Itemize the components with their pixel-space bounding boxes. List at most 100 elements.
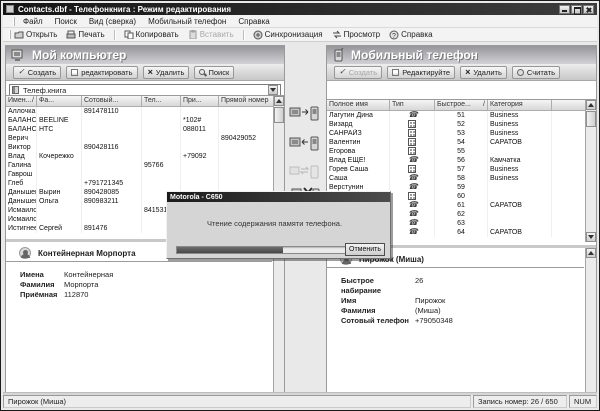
delete-x-icon: × [148,68,153,76]
compare-contacts-button[interactable] [287,159,323,183]
scroll-up-icon[interactable] [586,248,596,258]
contact-type-icon [408,165,416,173]
scroll-up-icon[interactable] [586,100,596,110]
computer-detail-fields: Имена Контейнерная Фамилия Морпорта Приё… [6,270,272,300]
menu-item[interactable]: Мобильный телефон [148,17,226,26]
view-button[interactable]: Просмотр [330,29,383,40]
table-row[interactable]: Верич 890429052 [6,134,284,143]
dialog-title: Motorola - C650 [170,194,223,201]
table-row[interactable]: Влад ЕЩЕ! 56 Камчатка [327,156,596,165]
paste-button[interactable]: Вставить [186,29,236,40]
contact-type-icon [408,174,416,182]
phone-table-scrollbar[interactable] [585,100,596,242]
avatar [19,247,31,259]
close-icon[interactable] [583,5,594,14]
phone-detail-panel: Пирожок (Миша) Быстрое набирание 26 Имя … [327,245,596,393]
maximize-icon[interactable] [571,5,582,14]
phone-edit-button[interactable]: Редактируйте [387,66,455,79]
contact-type-icon [408,219,416,227]
table-row[interactable]: Визард 52 Business [327,120,596,129]
table-row[interactable]: БАЛАНС НТС 088011 [6,125,284,134]
column-header-cell[interactable]: Сотовый... [82,96,142,107]
phone-create-button[interactable]: ✓Создать [334,66,382,79]
phone-delete-button[interactable]: ×Удалить [460,66,507,79]
progress-fill [177,247,283,253]
table-row[interactable]: Валентин 54 САРАТОВ [327,138,596,147]
computer-panel-header: Мой компьютер [6,46,284,64]
table-row[interactable]: САНРАЙЗ 53 Business [327,129,596,138]
column-header-category[interactable]: Категория [488,100,552,111]
compare-arrows-icon [332,30,342,39]
search-button[interactable]: Поиск [194,66,234,79]
table-row[interactable]: Егорова 55 [327,147,596,156]
status-numlock: NUM [569,395,597,408]
column-header-tel[interactable]: Тел... [142,96,181,107]
toolbar-grip [9,30,11,39]
title-bar: Contacts.dbf - Телефонкнига : Режим реда… [3,3,597,15]
column-header-direct[interactable]: Прямой номер [219,96,274,107]
scrollbar-thumb[interactable] [586,111,596,127]
folder-open-icon [14,30,24,39]
column-header-speeddial[interactable]: Быстрое.../ [435,100,488,111]
phone-panel-title: Мобильный телефон [351,48,478,62]
application-window: Contacts.dbf - Телефонкнига : Режим реда… [0,0,600,411]
contact-type-icon [408,228,416,236]
contact-type-icon [408,183,416,191]
table-row[interactable]: Гаврош [6,170,284,179]
table-row[interactable]: Горев Саша 57 Business [327,165,596,174]
computer-detail-scrollbar[interactable] [273,242,284,393]
column-header-surname[interactable]: Фа... [37,96,82,107]
table-row[interactable]: Саша 58 Business [327,174,596,183]
phone-panel-toolbar: ✓Создать Редактируйте ×Удалить Считать [327,64,596,81]
transfer-to-phone-button[interactable] [287,101,323,125]
contact-type-icon [408,138,416,146]
table-row[interactable]: БАЛАНС BEELINE *102# [6,116,284,125]
column-header-fullname[interactable]: Полное имя [327,100,390,111]
column-header-empty [552,100,586,111]
help-button[interactable]: ? Справка [387,29,434,41]
menu-item[interactable]: Вид (сверка) [89,17,136,26]
table-row[interactable]: Аллочка 891478110 [6,107,284,116]
delete-x-icon: × [465,68,470,76]
contact-type-icon [408,201,416,209]
edit-button[interactable]: редактировать [66,66,137,79]
progress-dialog: Motorola - C650 Чтение содержания памяти… [166,191,391,259]
scroll-down-icon[interactable] [586,232,596,242]
column-header-reception[interactable]: При... [181,96,219,107]
menu-item[interactable]: Справка [238,17,269,26]
mobile-phone-icon [332,48,345,62]
printer-icon [66,30,76,39]
scroll-up-icon[interactable] [274,96,284,106]
sync-button[interactable]: Синхронизация [251,29,325,41]
status-bar: Пирожок (Миша) Запись номер: 26 / 650 NU… [3,395,597,408]
contact-type-icon [408,111,416,119]
print-button[interactable]: Печать [64,29,106,40]
dialog-message: Чтение содержания памяти телефона. [207,219,342,228]
combo-dropdown-button[interactable] [268,85,278,95]
phone-read-button[interactable]: Считать [512,66,560,79]
table-row[interactable]: Влад Кочережко +79092 [6,152,284,161]
phone-detail-scrollbar[interactable] [585,248,596,393]
table-row[interactable]: Галина 95766 [6,161,284,170]
column-header-type[interactable]: Тип [390,100,435,111]
minimize-icon[interactable] [559,5,570,14]
copy-button[interactable]: Копировать [122,29,181,40]
cancel-button[interactable]: Отменить [345,243,385,256]
delete-button[interactable]: ×Удалить [143,66,190,79]
menu-item[interactable]: Файл [23,17,43,26]
table-row[interactable]: Глеб +791721345 [6,179,284,188]
search-icon [199,69,205,75]
menu-item[interactable]: Поиск [55,17,77,26]
table-row[interactable]: Лагутин Дина 51 Business [327,111,596,120]
edit-icon [392,69,399,76]
column-header-name[interactable]: Имен.../ [6,96,37,107]
table-row[interactable]: Виктор 890428116 [6,143,284,152]
scrollbar-thumb[interactable] [274,107,284,123]
open-button[interactable]: Открыть [12,29,59,40]
detail-field: Быстрое набирание 26 [327,276,584,296]
create-button[interactable]: ✓Создать [13,66,61,79]
transfer-to-computer-button[interactable] [287,131,323,155]
sync-icon [253,30,263,40]
sync-both-icon [289,163,321,180]
check-icon: ✓ [18,68,25,76]
